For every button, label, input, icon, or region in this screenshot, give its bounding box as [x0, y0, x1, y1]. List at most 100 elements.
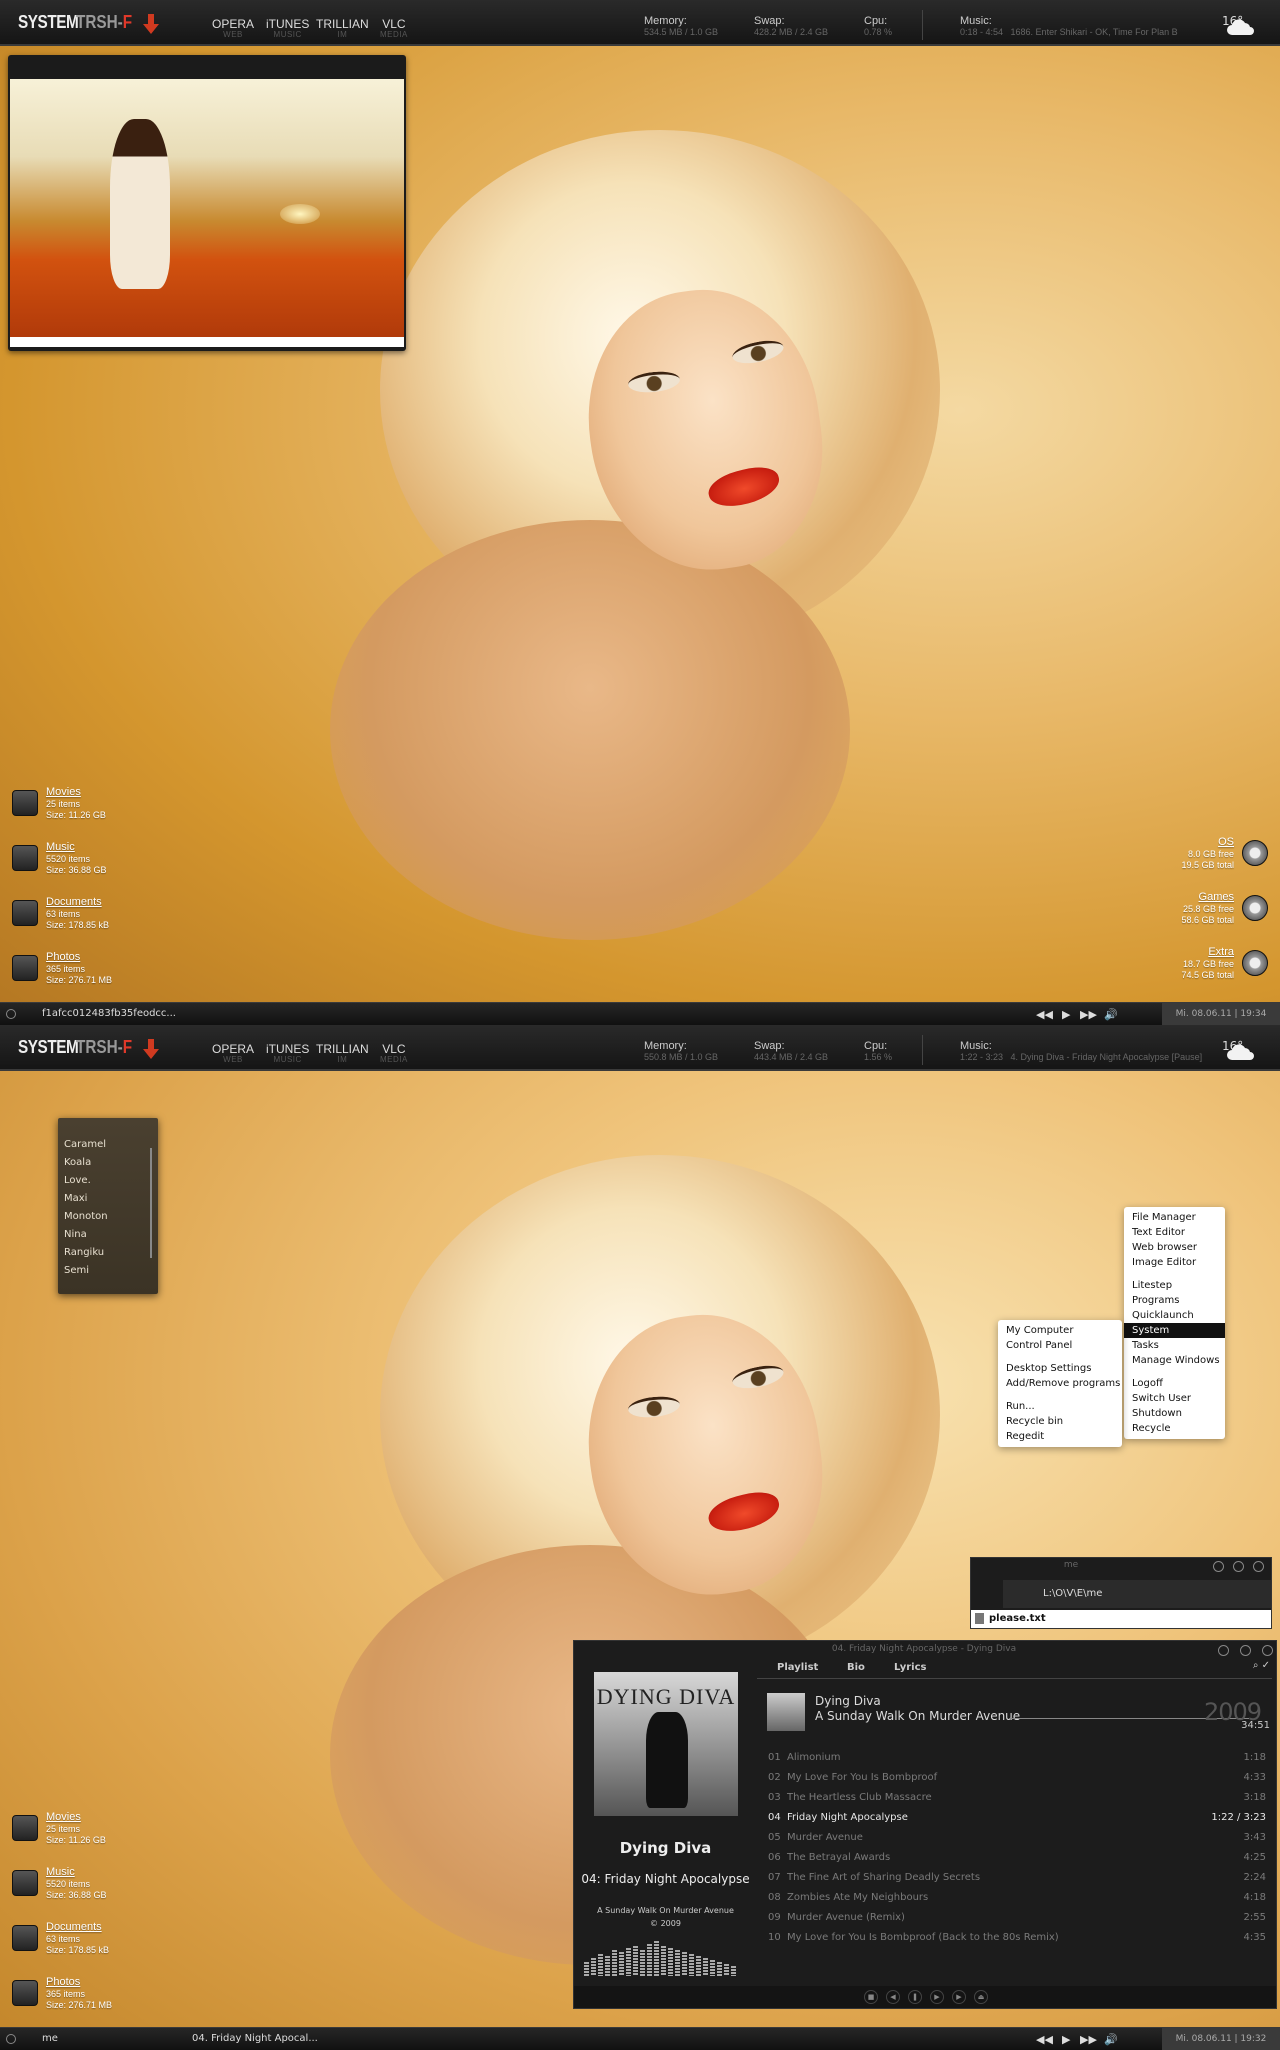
file-item[interactable]: please.txt	[971, 1610, 1271, 1628]
play-icon[interactable]: ▶	[930, 1990, 944, 2004]
launcher-itunes[interactable]: iTUNES MUSIC	[266, 1043, 309, 1064]
next-icon[interactable]: ▶▶	[1080, 1008, 1097, 1021]
drive-extra[interactable]: Extra 18.7 GB free 74.5 GB total	[1098, 946, 1268, 986]
minimize-icon[interactable]	[1213, 1561, 1224, 1572]
photo-widget[interactable]	[8, 55, 406, 351]
theme-item[interactable]: Love.	[58, 1172, 158, 1190]
menu-item-litestep[interactable]: Litestep	[1124, 1278, 1225, 1293]
menu-item-my-computer[interactable]: My Computer	[998, 1323, 1122, 1338]
spectrum-bar	[710, 1960, 715, 1976]
theme-item[interactable]: Caramel	[58, 1136, 158, 1154]
track-row[interactable]: 10 My Love for You Is Bombproof (Back to …	[768, 1932, 1270, 1950]
music-stat[interactable]: Music: 1:22 - 3:23 4. Dying Diva - Friday…	[960, 1040, 1202, 1063]
drive-os[interactable]: OS 8.0 GB free 19.5 GB total	[1098, 836, 1268, 876]
search-icon[interactable]: ⌕ ✓	[1253, 1660, 1270, 1671]
music-stat[interactable]: Music: 0:18 - 4:54 1686. Enter Shikari - …	[960, 15, 1178, 38]
trsh-logo[interactable]: TRSH-F	[76, 1037, 132, 1058]
maximize-icon[interactable]	[1240, 1645, 1251, 1656]
menu-item-web-browser[interactable]: Web browser	[1124, 1240, 1225, 1255]
taskbar-task-player[interactable]: 04. Friday Night Apocal...	[192, 2033, 318, 2044]
address-bar[interactable]: L:\O\V\E\me	[1003, 1580, 1271, 1608]
pause-icon[interactable]: ❚	[908, 1990, 922, 2004]
menu-item-recycle-bin[interactable]: Recycle bin	[998, 1414, 1122, 1429]
theme-item[interactable]: Monoton	[58, 1208, 158, 1226]
menu-item-control-panel[interactable]: Control Panel	[998, 1338, 1122, 1353]
theme-item[interactable]: Nina	[58, 1226, 158, 1244]
theme-list[interactable]: Caramel Koala Love. Maxi Monoton Nina Ra…	[58, 1118, 158, 1294]
close-icon[interactable]	[1262, 1645, 1273, 1656]
launcher-opera[interactable]: OPERA WEB	[212, 1043, 254, 1064]
menu-item-logoff[interactable]: Logoff	[1124, 1376, 1225, 1391]
minimize-icon[interactable]	[1218, 1645, 1229, 1656]
tab-lyrics[interactable]: Lyrics	[894, 1662, 926, 1673]
menu-item-add-remove-programs[interactable]: Add/Remove programs	[998, 1376, 1122, 1391]
next-icon[interactable]: ▶▶	[1080, 2033, 1097, 2046]
menu-item-desktop-settings[interactable]: Desktop Settings	[998, 1361, 1122, 1376]
next-icon[interactable]: ▶	[952, 1990, 966, 2004]
track-row[interactable]: 08 Zombies Ate My Neighbours 4:18	[768, 1892, 1270, 1910]
stop-icon[interactable]: ■	[864, 1990, 878, 2004]
volume-icon[interactable]: 🔊	[1104, 2033, 1118, 2046]
system-logo[interactable]: SYSTEM	[18, 1037, 79, 1058]
track-row[interactable]: 01 Alimonium 1:18	[768, 1752, 1270, 1770]
start-orb-icon[interactable]	[6, 1009, 16, 1019]
menu-item-tasks[interactable]: Tasks	[1124, 1338, 1225, 1353]
down-arrow-icon[interactable]	[143, 14, 159, 34]
taskbar-task-me[interactable]: me	[42, 2033, 58, 2044]
menu-item-regedit[interactable]: Regedit	[998, 1429, 1122, 1444]
menu-item-manage-windows[interactable]: Manage Windows	[1124, 1353, 1225, 1368]
play-icon[interactable]: ▶	[1062, 1008, 1070, 1021]
tab-bio[interactable]: Bio	[847, 1662, 865, 1673]
track-title: Murder Avenue	[787, 1832, 863, 1843]
music-player-window[interactable]: 04. Friday Night Apocalypse - Dying Diva…	[573, 1640, 1277, 2009]
launcher-vlc[interactable]: VLC MEDIA	[380, 1043, 408, 1064]
track-row[interactable]: 03 The Heartless Club Massacre 3:18	[768, 1792, 1270, 1810]
previous-icon[interactable]: ◀◀	[1036, 1008, 1053, 1021]
menu-item-programs[interactable]: Programs	[1124, 1293, 1225, 1308]
previous-icon[interactable]: ◀	[886, 1990, 900, 2004]
scrollbar[interactable]	[150, 1148, 152, 1258]
trsh-logo[interactable]: TRSH-F	[76, 12, 132, 33]
theme-item[interactable]: Koala	[58, 1154, 158, 1172]
tab-playlist[interactable]: Playlist	[777, 1662, 818, 1673]
track-row[interactable]: 04 Friday Night Apocalypse 1:22 / 3:23	[768, 1812, 1270, 1830]
launcher-itunes[interactable]: iTUNES MUSIC	[266, 18, 309, 39]
track-row[interactable]: 02 My Love For You Is Bombproof 4:33	[768, 1772, 1270, 1790]
play-icon[interactable]: ▶	[1062, 2033, 1070, 2046]
menu-item-system[interactable]: System	[1124, 1323, 1225, 1338]
explorer-window[interactable]: me L:\O\V\E\me please.txt	[970, 1557, 1272, 1629]
volume-icon[interactable]: 🔊	[1104, 1008, 1118, 1021]
track-row[interactable]: 09 Murder Avenue (Remix) 2:55	[768, 1912, 1270, 1930]
track-row[interactable]: 05 Murder Avenue 3:43	[768, 1832, 1270, 1850]
menu-item-run[interactable]: Run...	[998, 1399, 1122, 1414]
menu-item-text-editor[interactable]: Text Editor	[1124, 1225, 1225, 1240]
menu-item-switch-user[interactable]: Switch User	[1124, 1391, 1225, 1406]
menu-item-quicklaunch[interactable]: Quicklaunch	[1124, 1308, 1225, 1323]
start-orb-icon[interactable]	[6, 2034, 16, 2044]
taskbar-task[interactable]: f1afcc012483fb35feodcc...	[42, 1008, 176, 1019]
playlist-total-time: 34:51	[1241, 1720, 1270, 1731]
track-row[interactable]: 07 The Fine Art of Sharing Deadly Secrets…	[768, 1872, 1270, 1890]
theme-item[interactable]: Semi	[58, 1262, 158, 1280]
menu-item-file-manager[interactable]: File Manager	[1124, 1210, 1225, 1225]
spectrum-bar	[675, 1950, 680, 1976]
previous-icon[interactable]: ◀◀	[1036, 2033, 1053, 2046]
system-logo[interactable]: SYSTEM	[18, 12, 79, 33]
launcher-trillian[interactable]: TRILLIAN IM	[316, 18, 369, 39]
maximize-icon[interactable]	[1233, 1561, 1244, 1572]
eject-icon[interactable]: ⏏	[974, 1990, 988, 2004]
menu-item-recycle[interactable]: Recycle	[1124, 1421, 1225, 1436]
track-title: Friday Night Apocalypse	[787, 1812, 908, 1823]
drive-games[interactable]: Games 25.8 GB free 58.6 GB total	[1098, 891, 1268, 931]
menu-item-shutdown[interactable]: Shutdown	[1124, 1406, 1225, 1421]
cpu-stat: Cpu: 0.78 %	[864, 15, 893, 37]
theme-item[interactable]: Rangiku	[58, 1244, 158, 1262]
launcher-vlc[interactable]: VLC MEDIA	[380, 18, 408, 39]
theme-item[interactable]: Maxi	[58, 1190, 158, 1208]
track-row[interactable]: 06 The Betrayal Awards 4:25	[768, 1852, 1270, 1870]
close-icon[interactable]	[1253, 1561, 1264, 1572]
down-arrow-icon[interactable]	[143, 1039, 159, 1059]
menu-item-image-editor[interactable]: Image Editor	[1124, 1255, 1225, 1270]
launcher-trillian[interactable]: TRILLIAN IM	[316, 1043, 369, 1064]
launcher-opera[interactable]: OPERA WEB	[212, 18, 254, 39]
